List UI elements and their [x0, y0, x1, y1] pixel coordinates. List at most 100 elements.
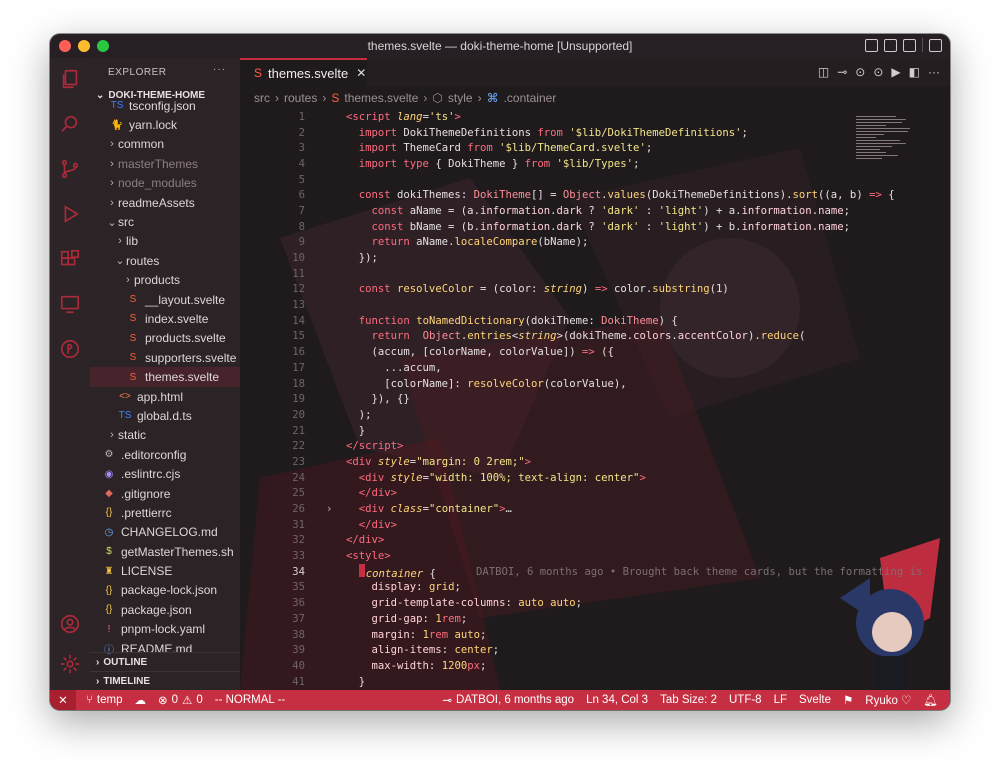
code-line[interactable]: 39 align-items: center;	[240, 642, 950, 658]
customize-layout-icon[interactable]	[929, 38, 942, 52]
code-line[interactable]: 32 </div>	[240, 533, 950, 549]
code-line[interactable]: 10 });	[240, 250, 950, 266]
tree-file[interactable]: $ getMasterThemes.sh	[90, 542, 240, 561]
tree-file[interactable]: <> app.html	[90, 387, 240, 406]
code-line[interactable]: 38 margin: 1rem auto;	[240, 627, 950, 643]
breadcrumb-item[interactable]: src	[254, 91, 270, 105]
go-back-change-icon[interactable]: ⊙	[855, 65, 865, 79]
breadcrumb-item[interactable]: style	[448, 91, 473, 105]
tree-folder[interactable]: › static	[90, 426, 240, 445]
more-editor-actions-icon[interactable]: ···	[928, 65, 940, 79]
toggle-panel-icon[interactable]	[884, 38, 897, 52]
code-line[interactable]: 23 <div style="margin: 0 2rem;">	[240, 454, 950, 470]
code-line[interactable]: 26 › <div class="container">…	[240, 501, 950, 517]
code-line[interactable]: 12 const resolveColor = (color: string) …	[240, 282, 950, 298]
tree-file[interactable]: ⚙ .editorconfig	[90, 445, 240, 464]
code-line[interactable]: 22 </script>	[240, 438, 950, 454]
source-control-icon[interactable]	[59, 158, 81, 180]
settings-gear-icon[interactable]	[59, 653, 81, 675]
breadcrumb-item[interactable]: themes.svelte	[344, 91, 418, 105]
code-line[interactable]: 4 import type { DokiTheme } from '$lib/T…	[240, 156, 950, 172]
tree-file[interactable]: ! pnpm-lock.yaml	[90, 620, 240, 639]
open-preview-icon[interactable]: ◫	[818, 65, 829, 79]
close-tab-icon[interactable]: ✕	[356, 66, 366, 80]
code-line[interactable]: 34 container {DATBOI, 6 months ago • Bro…	[240, 563, 950, 580]
code-line[interactable]: 2 import DokiThemeDefinitions from '$lib…	[240, 125, 950, 141]
tree-file[interactable]: TS global.d.ts	[90, 406, 240, 425]
git-blame-status[interactable]: ⊸ DATBOI, 6 months ago	[442, 693, 574, 707]
code-line[interactable]: 36 grid-template-columns: auto auto;	[240, 595, 950, 611]
timeline-section[interactable]: › TIMELINE	[90, 671, 240, 690]
tree-file[interactable]: ♜ LICENSE	[90, 561, 240, 580]
code-line[interactable]: 9 return aName.localeCompare(bName);	[240, 235, 950, 251]
code-line[interactable]: 25 </div>	[240, 486, 950, 502]
minimize-window-button[interactable]	[78, 40, 90, 52]
toggle-sidebar-icon[interactable]	[865, 38, 878, 52]
code-line[interactable]: 13	[240, 297, 950, 313]
tree-file[interactable]: 🐈 yarn.lock	[90, 115, 240, 134]
code-line[interactable]: 35 display: grid;	[240, 580, 950, 596]
code-line[interactable]: 14 function toNamedDictionary(dokiTheme:…	[240, 313, 950, 329]
theme-indicator[interactable]: Ryuko ♡	[865, 693, 911, 707]
tree-folder[interactable]: › common	[90, 135, 240, 154]
code-line[interactable]: 19 }), {}	[240, 391, 950, 407]
tree-file[interactable]: S __layout.svelte	[90, 290, 240, 309]
breadcrumb-item[interactable]: routes	[284, 91, 317, 105]
code-editor[interactable]: 1 <script lang='ts'> 2 import DokiThemeDef…	[240, 109, 950, 689]
code-line[interactable]: 1 <script lang='ts'>	[240, 109, 950, 125]
run-icon[interactable]: ▶	[891, 65, 900, 79]
code-line[interactable]: 3 import ThemeCard from '$lib/ThemeCard.…	[240, 140, 950, 156]
run-debug-icon[interactable]	[59, 203, 81, 225]
code-line[interactable]: 7 const aName = (a.information.dark ? 'd…	[240, 203, 950, 219]
branch-indicator[interactable]: ⑂ temp	[86, 694, 122, 706]
code-line[interactable]: 5	[240, 172, 950, 188]
remote-explorer-icon[interactable]	[59, 293, 81, 315]
code-line[interactable]: 18 [colorName]: resolveColor(colorValue)…	[240, 376, 950, 392]
close-window-button[interactable]	[59, 40, 71, 52]
tree-file[interactable]: ◉ .eslintrc.cjs	[90, 464, 240, 483]
breadcrumb-item[interactable]: .container	[504, 91, 557, 105]
tree-file[interactable]: ◆ .gitignore	[90, 484, 240, 503]
code-line[interactable]: 37 grid-gap: 1rem;	[240, 611, 950, 627]
maximize-window-button[interactable]	[97, 40, 109, 52]
account-icon[interactable]	[59, 613, 81, 635]
language-mode[interactable]: Svelte	[799, 694, 831, 706]
outline-section[interactable]: › OUTLINE	[90, 652, 240, 671]
tree-folder[interactable]: › products	[90, 271, 240, 290]
tab-themes-svelte[interactable]: S themes.svelte ✕	[240, 58, 367, 86]
tree-folder[interactable]: ⌄ src	[90, 212, 240, 231]
code-line[interactable]: 33 <style>	[240, 548, 950, 564]
split-editor-icon[interactable]: ◧	[909, 65, 920, 79]
toggle-secondary-sidebar-icon[interactable]	[903, 38, 916, 52]
extensions-icon[interactable]	[59, 248, 81, 270]
encoding[interactable]: UTF-8	[729, 694, 762, 706]
tree-file[interactable]: Sthemes.svelte	[90, 367, 240, 387]
tree-file[interactable]: Sproducts.svelte	[90, 329, 240, 348]
tree-file[interactable]: {} .prettierrc	[90, 503, 240, 522]
tree-file[interactable]: ◷ CHANGELOG.md	[90, 523, 240, 542]
code-line[interactable]: 16 (accum, [colorName, colorValue]) => (…	[240, 344, 950, 360]
code-line[interactable]: 31 </div>	[240, 517, 950, 533]
doki-theme-icon[interactable]	[59, 338, 81, 360]
code-line[interactable]: 21 }	[240, 423, 950, 439]
code-line[interactable]: 17 ...accum,	[240, 360, 950, 376]
tree-file[interactable]: Ssupporters.svelte	[90, 348, 240, 367]
go-forward-change-icon[interactable]: ⊙	[873, 65, 883, 79]
tree-folder[interactable]: › node_modules	[90, 174, 240, 193]
code-line[interactable]: 40 max-width: 1200px;	[240, 658, 950, 674]
code-line[interactable]: 20 );	[240, 407, 950, 423]
code-line[interactable]: 6 const dokiThemes: DokiTheme[] = Object…	[240, 187, 950, 203]
tree-folder[interactable]: › lib	[90, 232, 240, 251]
tree-folder[interactable]: ⌄ routes	[90, 251, 240, 270]
code-line[interactable]: 41 }	[240, 674, 950, 690]
search-icon[interactable]	[59, 113, 81, 135]
remote-indicator-icon[interactable]: ✕	[50, 690, 76, 710]
tree-file[interactable]: Sindex.svelte	[90, 309, 240, 328]
cursor-position[interactable]: Ln 34, Col 3	[586, 694, 648, 706]
fold-chevron-icon[interactable]: ›	[326, 503, 346, 515]
git-compare-icon[interactable]: ⊸	[837, 65, 847, 79]
problems-indicator[interactable]: ⊗ 0 ⚠ 0	[158, 693, 203, 707]
tree-folder[interactable]: › readmeAssets	[90, 193, 240, 212]
tree-folder[interactable]: › masterThemes	[90, 154, 240, 173]
sync-indicator[interactable]: ☁	[134, 693, 146, 707]
